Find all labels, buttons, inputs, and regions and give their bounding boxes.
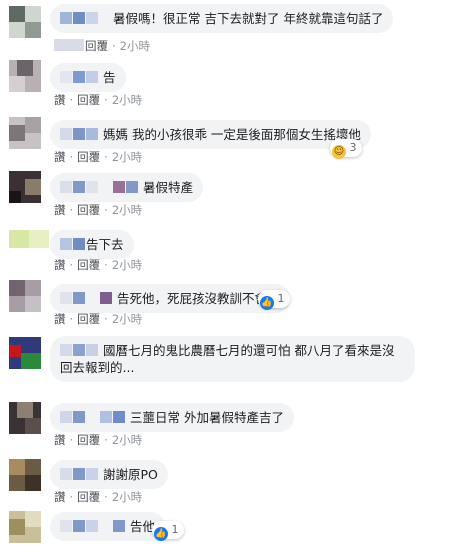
like-link[interactable]: 讚 [54, 93, 66, 107]
avatar[interactable] [9, 60, 41, 92]
comment-text: 媽媽 我的小孩很乖 一定是後面那個女生搖壞他 [102, 127, 361, 142]
reaction-summary[interactable]: 👍 1 [258, 290, 290, 310]
avatar[interactable] [9, 230, 49, 248]
like-link[interactable]: 讚 [54, 258, 66, 272]
comment-actions: 讚 · 回覆 · 2小時 [54, 258, 143, 272]
timestamp[interactable]: 2小時 [112, 150, 142, 164]
comment-text: 暑假嗎！很正常 吉下去就對了 年終就靠這句話了 [113, 11, 384, 26]
comment-bubble: 暑假特產 [50, 173, 203, 202]
avatar[interactable] [9, 511, 41, 543]
comment-bubble: 告死他，死屁孩沒教訓不會怕 [50, 284, 290, 313]
like-icon: 👍 [154, 527, 168, 541]
comment-bubble: 暑假嗎！很正常 吉下去就對了 年終就靠這句話了 [50, 4, 394, 33]
reply-link[interactable]: 回覆 [77, 490, 100, 504]
haha-icon: ☺ [332, 145, 346, 159]
timestamp[interactable]: 2小時 [112, 433, 142, 447]
comment-bubble: 媽媽 我的小孩很乖 一定是後面那個女生搖壞他 [50, 120, 371, 149]
avatar[interactable] [9, 6, 41, 38]
comment-actions: 讚 · 回覆 · 2小時 [54, 203, 143, 217]
comment-bubble: 告下去 [50, 230, 134, 259]
reply-link[interactable]: 回覆 [77, 203, 100, 217]
timestamp[interactable]: 2小時 [120, 39, 150, 53]
comment-actions: 讚 · 回覆 · 2小時 [54, 312, 143, 326]
comment-bubble: 告 [50, 63, 126, 92]
avatar[interactable] [9, 280, 41, 312]
comment-text: 告 [102, 70, 116, 85]
avatar[interactable] [9, 402, 41, 434]
avatar[interactable] [9, 171, 41, 203]
like-link[interactable]: 讚 [54, 490, 66, 504]
timestamp[interactable]: 2小時 [112, 312, 142, 326]
reaction-summary[interactable]: 👍 1 [152, 521, 184, 541]
comment-bubble: 告他 [50, 512, 165, 541]
comment-text: 暑假特產 [142, 180, 193, 195]
timestamp[interactable]: 2小時 [112, 93, 142, 107]
comment-actions: 讚 · 回覆 · 2小時 [54, 490, 143, 504]
timestamp[interactable]: 2小時 [112, 258, 142, 272]
comment-text: 國曆七月的鬼比農曆七月的還可怕 都八月了看來是沒回去報到的... [60, 343, 395, 375]
timestamp[interactable]: 2小時 [112, 490, 142, 504]
like-link[interactable]: 讚 [54, 433, 66, 447]
comment-bubble: 謝謝原PO [50, 460, 168, 489]
reply-link[interactable]: 回覆 [77, 433, 100, 447]
reaction-count: 1 [277, 292, 285, 305]
reply-link[interactable]: 回覆 [77, 312, 100, 326]
comment-bubble: 國曆七月的鬼比農曆七月的還可怕 都八月了看來是沒回去報到的... [50, 336, 415, 382]
comment-bubble: 三蘁日常 外加暑假特產吉了 [50, 403, 294, 432]
reply-link[interactable]: 回覆 [77, 150, 100, 164]
comment-actions: 讚 · 回覆 · 2小時 [54, 433, 143, 447]
like-icon: 👍 [260, 296, 274, 310]
reply-link[interactable]: 回覆 [77, 258, 100, 272]
comment-text: 三蘁日常 外加暑假特產吉了 [129, 410, 284, 425]
comment-actions: 讚 · 回覆 · 2小時 [54, 93, 143, 107]
reaction-count: 3 [349, 141, 357, 154]
avatar[interactable] [9, 459, 41, 491]
like-link[interactable]: 讚 [54, 203, 66, 217]
comment-text: 謝謝原PO [102, 467, 158, 482]
reaction-summary[interactable]: ☺ 3 [330, 139, 362, 159]
comment-text: 告下去 [86, 237, 124, 252]
like-link[interactable]: 讚 [54, 150, 66, 164]
comment-actions: 回覆 · 2小時 [54, 38, 150, 54]
comment-actions: 讚 · 回覆 · 2小時 [54, 150, 143, 164]
avatar[interactable] [9, 337, 41, 369]
comment-text: 告死他，死屁孩沒教訓不會怕 [116, 291, 280, 306]
reply-link[interactable]: 回覆 [85, 39, 108, 53]
timestamp[interactable]: 2小時 [112, 203, 142, 217]
reaction-count: 1 [171, 523, 179, 536]
like-link[interactable]: 讚 [54, 312, 66, 326]
avatar[interactable] [9, 117, 41, 149]
reply-link[interactable]: 回覆 [77, 93, 100, 107]
